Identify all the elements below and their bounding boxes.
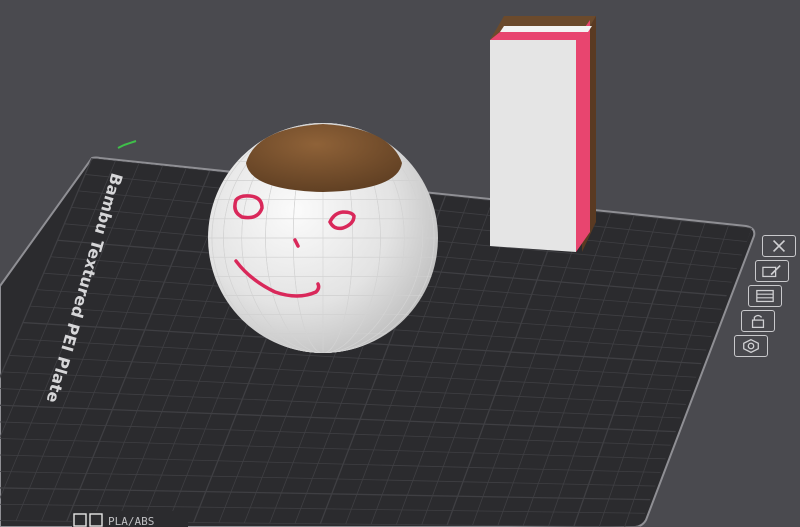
block-object[interactable] xyxy=(490,16,596,252)
arrange-button[interactable] xyxy=(748,285,782,307)
sphere-object[interactable] xyxy=(208,123,438,353)
settings-icon xyxy=(743,338,759,354)
lock-icon xyxy=(751,314,765,328)
axis-indicator-icon xyxy=(117,140,137,149)
edit-plate-button[interactable] xyxy=(755,260,789,282)
lock-plate-button[interactable] xyxy=(741,310,775,332)
sphere-cap xyxy=(246,124,402,192)
build-scene[interactable]: Bambu Textured PEI Plate PLA/ABS xyxy=(0,0,800,527)
plate-settings-button[interactable] xyxy=(734,335,768,357)
plate-bottom-label: PLA/ABS xyxy=(72,511,188,527)
3d-viewport[interactable]: Bambu Textured PEI Plate PLA/ABS xyxy=(0,0,800,527)
edit-plate-icon xyxy=(762,264,781,278)
arrange-icon xyxy=(756,289,774,303)
svg-text:PLA/ABS: PLA/ABS xyxy=(108,515,154,527)
close-plate-button[interactable] xyxy=(762,235,796,257)
close-icon xyxy=(772,239,786,253)
